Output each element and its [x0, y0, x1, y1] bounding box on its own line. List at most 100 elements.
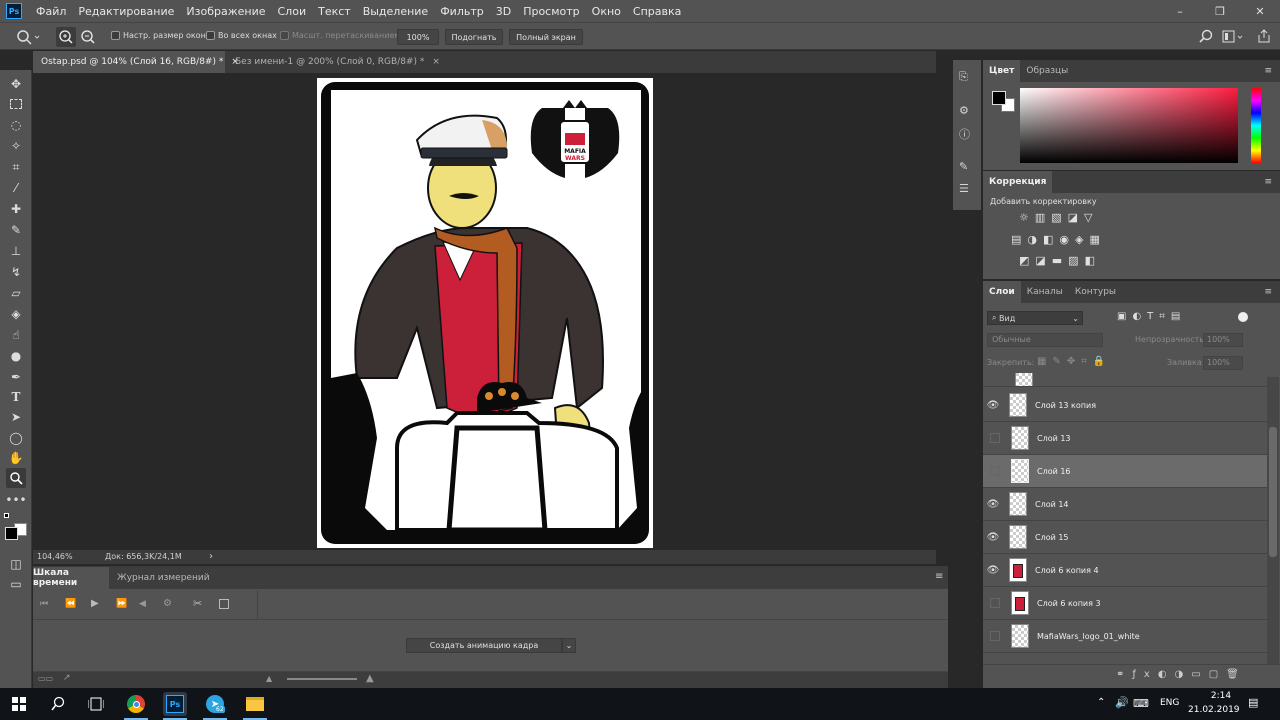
share-icon[interactable] [1256, 28, 1272, 44]
layer-row[interactable]: MafiaWars_logo_01_white [983, 620, 1267, 653]
workspace-icon[interactable] [1222, 29, 1246, 45]
menu-3d[interactable]: 3D [490, 5, 517, 18]
tab-untitled-close-icon[interactable]: × [432, 57, 440, 67]
pen-tool-icon[interactable]: ✒ [6, 367, 26, 387]
eraser-tool-icon[interactable]: ▱ [6, 283, 26, 303]
status-menu-arrow-icon[interactable]: › [209, 551, 213, 562]
task-view-icon[interactable] [88, 696, 104, 712]
brush-settings-icon[interactable]: ✎ [959, 160, 968, 173]
minimize-button[interactable]: – [1160, 0, 1200, 22]
visibility-eye-icon[interactable]: 👁 [983, 499, 1003, 510]
tab-ostap[interactable]: Ostap.psd @ 104% (Слой 16, RGB/8#) * × [33, 51, 239, 73]
tab-untitled[interactable]: Без имени-1 @ 200% (Слой 0, RGB/8#) * × [227, 51, 440, 73]
layers-menu-icon[interactable]: ≡ [1264, 287, 1272, 297]
menu-select[interactable]: Выделение [357, 5, 435, 18]
tab-layers[interactable]: Слои [983, 281, 1021, 303]
layer-row[interactable]: 👁 Слой 6 копия 4 [983, 554, 1267, 587]
tab-channels[interactable]: Каналы [1021, 281, 1069, 303]
split-scissors-icon[interactable]: ✂ [193, 597, 202, 610]
keyboard-icon[interactable]: ⌨ [1133, 697, 1149, 710]
visibility-empty-box[interactable] [990, 631, 1000, 641]
resize-windows-checkbox[interactable] [111, 31, 120, 40]
menu-window[interactable]: Окно [586, 5, 627, 18]
menu-image[interactable]: Изображение [180, 5, 271, 18]
zoom-percent-button[interactable]: 100% [397, 29, 439, 45]
zoom-in-icon[interactable] [58, 29, 74, 45]
layer-row-selected[interactable]: Слой 16 [983, 455, 1267, 488]
fill-field[interactable]: 100% [1203, 356, 1243, 370]
foreground-color-swatch[interactable] [5, 527, 18, 540]
adjustment-icons-row1[interactable]: ☼▥▧◪▽ [1019, 211, 1099, 224]
photoshop-logo-icon[interactable]: Ps [6, 3, 22, 19]
canvas-area[interactable]: MAFIA WARS [33, 73, 936, 550]
document-canvas[interactable]: MAFIA WARS [317, 78, 653, 548]
file-explorer-icon[interactable] [243, 692, 267, 716]
layer-row[interactable]: 👁 Слой 13 копия [983, 389, 1267, 422]
info-icon[interactable]: ⓘ [959, 126, 970, 142]
zoom-in-mountain-icon[interactable]: ▲ [366, 673, 374, 684]
visibility-empty-box[interactable] [990, 598, 1000, 608]
lock-icons[interactable]: ▦✎✥⌗🔒 [1037, 356, 1111, 367]
default-colors-icon[interactable] [4, 513, 12, 521]
timeline-zoom-slider[interactable] [287, 678, 357, 680]
tab-swatches[interactable]: Образцы [1020, 60, 1074, 82]
eyedropper-tool-icon[interactable]: ⁄ [6, 178, 26, 198]
next-frame-icon[interactable]: ⏩ [116, 599, 127, 609]
zoom-tool-active-icon[interactable] [6, 468, 26, 488]
properties-icon[interactable]: ⚙ [959, 104, 969, 117]
tray-chevron-up-icon[interactable]: ⌃ [1097, 697, 1105, 708]
language-indicator[interactable]: ENG [1160, 698, 1179, 708]
layer-row-partial[interactable] [983, 373, 1267, 387]
shape-tool-icon[interactable]: ◯ [6, 428, 26, 448]
windows-start-icon[interactable] [12, 697, 26, 711]
visibility-empty-box[interactable] [990, 433, 1000, 443]
layer-actions-icons[interactable]: ⚭ƒx◐◑▭▢🗑 [1116, 669, 1247, 680]
blend-mode-dropdown[interactable]: Обычные [987, 333, 1103, 347]
color-panel-menu-icon[interactable]: ≡ [1264, 66, 1272, 76]
quick-mask-icon[interactable]: ◫ [6, 554, 26, 574]
layer-filter-icons[interactable]: ▣◐T⌗▤ [1117, 311, 1186, 322]
menu-help[interactable]: Справка [627, 5, 687, 18]
all-windows-checkbox[interactable] [206, 31, 215, 40]
layer-filter-dropdown[interactable]: ⌕ Вид ⌄ [987, 311, 1083, 325]
hue-slider[interactable] [1251, 88, 1261, 163]
create-frame-animation-button[interactable]: Создать анимацию кадра [406, 638, 562, 653]
healing-brush-tool-icon[interactable]: ✚ [6, 199, 26, 219]
zoom-readout[interactable]: 104,46% [37, 552, 73, 561]
more-tools-icon[interactable]: ••• [5, 490, 26, 510]
scrubby-zoom-checkbox[interactable] [280, 31, 289, 40]
notifications-icon[interactable]: ▤ [1248, 696, 1258, 709]
menu-layers[interactable]: Слои [272, 5, 313, 18]
clock-date[interactable]: 21.02.2019 [1188, 705, 1240, 715]
adjust-sliders-icon[interactable]: ☰ [959, 182, 969, 195]
zoom-out-mountain-icon[interactable]: ▲ [266, 674, 272, 683]
first-frame-icon[interactable]: ⏮ [40, 599, 48, 609]
adjustment-icons-row3[interactable]: ◩◪▬▨◧ [1019, 254, 1101, 267]
adjustments-menu-icon[interactable]: ≡ [1264, 177, 1272, 187]
smudge-tool-icon[interactable]: ☝ [6, 325, 26, 345]
opacity-field[interactable]: 100% [1203, 333, 1243, 347]
path-selection-tool-icon[interactable]: ➤ [6, 407, 26, 427]
visibility-empty-box[interactable] [990, 466, 1000, 476]
fullscreen-button[interactable]: Полный экран [509, 29, 583, 45]
type-tool-icon[interactable]: T [6, 387, 26, 407]
telegram-icon[interactable]: ➤ 62 [203, 692, 227, 716]
layer-row[interactable]: Слой 13 [983, 422, 1267, 455]
layer-row[interactable]: 👁 Слой 15 [983, 521, 1267, 554]
transition-icon[interactable] [219, 599, 229, 609]
panel-menu-icon[interactable]: ≡ [935, 571, 943, 582]
convert-arrow-icon[interactable]: ↗ [63, 673, 71, 683]
menu-file[interactable]: Файл [30, 5, 72, 18]
frame-view-icon[interactable]: ▭▭ [38, 674, 53, 683]
zoom-tool-icon[interactable] [16, 29, 40, 45]
move-tool-icon[interactable]: ✥ [6, 74, 26, 94]
brush-tool-icon[interactable]: ✎ [6, 220, 26, 240]
photoshop-taskbar-icon[interactable]: Ps [163, 692, 187, 716]
close-button[interactable]: ✕ [1240, 0, 1280, 22]
fg-color-chip[interactable] [992, 91, 1006, 105]
chevron-down-icon[interactable]: ⌄ [562, 638, 576, 653]
audio-icon[interactable]: ◀ [139, 599, 146, 609]
zoom-out-icon[interactable] [80, 29, 96, 45]
menu-type[interactable]: Текст [312, 5, 357, 18]
magic-wand-tool-icon[interactable]: ✧ [6, 136, 26, 156]
